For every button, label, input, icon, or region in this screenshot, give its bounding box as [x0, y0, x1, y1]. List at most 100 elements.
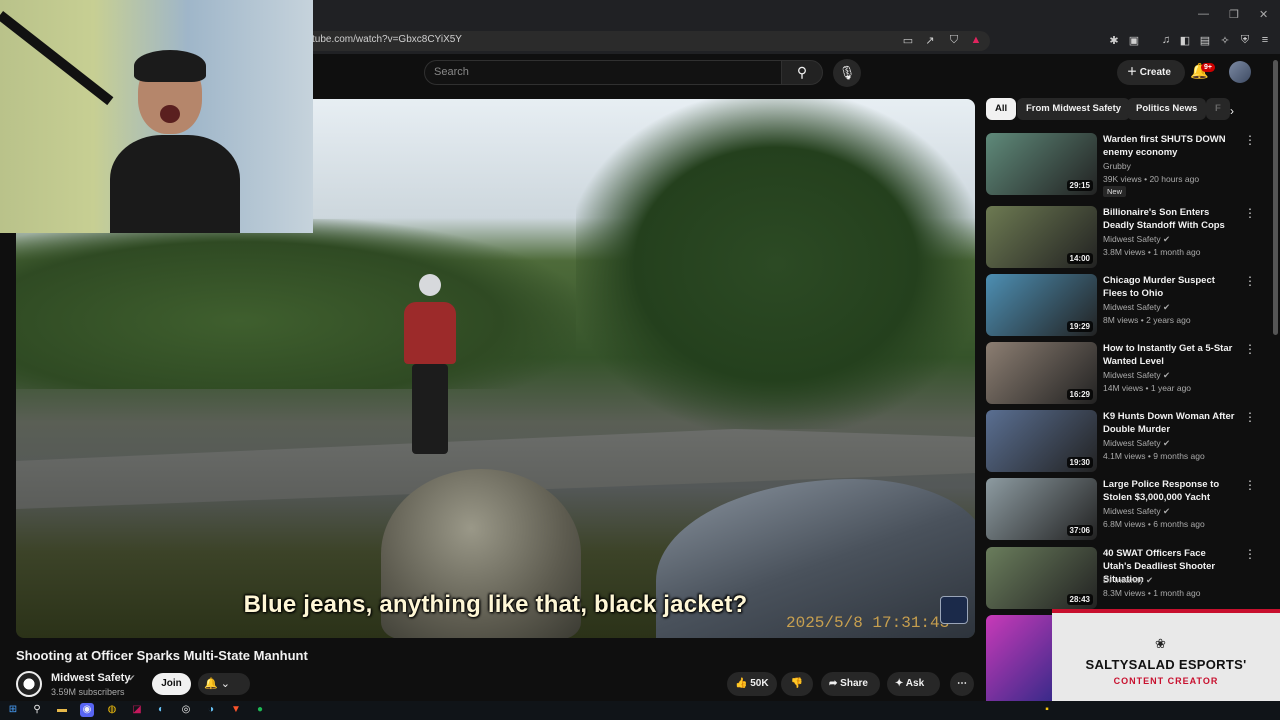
rewards-icon[interactable]: ▲ [969, 34, 983, 46]
chip-from-channel[interactable]: From Midwest Safety [1017, 98, 1131, 120]
rec-channel[interactable]: Dr Insanity ✔ [1103, 575, 1153, 586]
more-vertical-icon[interactable]: ⋮ [1244, 478, 1256, 492]
share-page-icon[interactable]: ↗ [923, 34, 937, 47]
windows-start-icon[interactable]: ⊞ [6, 703, 20, 717]
shield-icon[interactable]: ⛉ [947, 34, 961, 47]
more-vertical-icon[interactable]: ⋮ [1244, 410, 1256, 424]
rec-channel[interactable]: Midwest Safety ✔ [1103, 370, 1170, 381]
steam-alt-icon[interactable]: ◑ [204, 703, 218, 717]
chip-politics-news[interactable]: Politics News [1127, 98, 1207, 120]
extensions-icon[interactable]: ✱ [1107, 34, 1121, 47]
spotify-icon[interactable]: ● [253, 703, 267, 717]
rec-meta: 8.3M views • 1 month ago [1103, 588, 1201, 598]
more-vertical-icon[interactable]: ⋮ [1244, 547, 1256, 561]
chrome-icon[interactable]: ◍ [105, 703, 119, 717]
more-vertical-icon[interactable]: ⋮ [1244, 274, 1256, 288]
app-icon[interactable]: ◪ [130, 703, 144, 717]
discord-icon[interactable]: ◉ [80, 703, 94, 717]
rec-thumbnail[interactable]: 37:06 [986, 478, 1097, 540]
verified-icon: ✔ [1160, 302, 1171, 312]
recommendation-item[interactable]: 16:29 How to Instantly Get a 5-Star Wante… [986, 342, 1256, 406]
chip-overflow[interactable]: F [1206, 98, 1230, 120]
chevron-right-icon[interactable]: › [1230, 104, 1234, 118]
like-button[interactable]: 👍 50K [727, 672, 777, 696]
more-vertical-icon[interactable]: ⋮ [1244, 133, 1256, 147]
more-actions-button[interactable]: ⋯ [950, 672, 974, 696]
webcam-overlay [0, 0, 313, 233]
more-vertical-icon[interactable]: ⋮ [1244, 342, 1256, 356]
chevron-down-icon: ⌄ [220, 678, 230, 690]
rec-meta: 4.1M views • 9 months ago [1103, 451, 1205, 461]
ai-assistant-icon[interactable]: ✧ [1218, 34, 1232, 47]
recommendation-item[interactable]: 28:43 40 SWAT Officers Face Utah's Deadli… [986, 547, 1256, 611]
rec-meta: 6.8M views • 6 months ago [1103, 519, 1205, 529]
brave-icon[interactable]: ▼ [229, 703, 243, 717]
subscription-bell-button[interactable]: 🔔 ⌄ [198, 673, 250, 695]
menu-icon[interactable]: ≡ [1258, 34, 1272, 46]
rec-meta: 14M views • 1 year ago [1103, 383, 1192, 393]
rec-channel[interactable]: Midwest Safety ✔ [1103, 234, 1170, 245]
rec-channel[interactable]: Grubby [1103, 161, 1131, 171]
ask-button[interactable]: ✦ Ask [887, 672, 940, 696]
obs-icon[interactable]: ◎ [179, 703, 193, 717]
media-icon[interactable]: ♫ [1159, 34, 1173, 46]
sidebar-icon[interactable]: ◧ [1178, 34, 1192, 47]
search-input[interactable] [434, 62, 764, 82]
share-button[interactable]: ➦ Share [821, 672, 880, 696]
subscriber-count: 3.59M subscribers [51, 687, 125, 697]
rec-thumbnail-partial[interactable] [986, 615, 1052, 701]
rec-thumbnail[interactable]: 28:43 [986, 547, 1097, 609]
recommendation-item[interactable]: 37:06 Large Police Response to Stolen $3,… [986, 478, 1256, 542]
thumbs-down-icon: 👎 [790, 678, 804, 689]
rec-thumbnail[interactable]: 19:29 [986, 274, 1097, 336]
rec-channel-name: Midwest Safety [1103, 438, 1161, 448]
recommendation-item[interactable]: 19:30 K9 Hunts Down Woman After Double Mu… [986, 410, 1256, 474]
recommendation-item[interactable]: 29:15 Warden first SHUTS DOWN enemy econo… [986, 133, 1256, 197]
rec-channel[interactable]: Midwest Safety ✔ [1103, 506, 1170, 517]
minimize-button[interactable]: — [1198, 8, 1209, 20]
search-button[interactable]: ⚲ [781, 60, 823, 85]
rec-thumbnail[interactable]: 29:15 [986, 133, 1097, 195]
scrollbar[interactable] [1273, 60, 1278, 335]
rec-meta: 39K views • 20 hours ago [1103, 174, 1200, 184]
channel-name[interactable]: Midwest Safety [51, 672, 130, 684]
rec-title[interactable]: Chicago Murder Suspect Flees to Ohio [1103, 274, 1235, 300]
plus-icon: ＋ [1127, 67, 1140, 78]
install-app-icon[interactable]: ▭ [901, 34, 915, 47]
screenshot-icon[interactable]: ▣ [1127, 34, 1141, 47]
vpn-icon[interactable]: ⛨ [1238, 34, 1252, 47]
rec-thumbnail[interactable]: 14:00 [986, 206, 1097, 268]
rec-thumbnail[interactable]: 16:29 [986, 342, 1097, 404]
rec-new-badge: New [1103, 186, 1127, 197]
voice-search-button[interactable]: 🎙 [833, 59, 861, 87]
rec-thumbnail[interactable]: 19:30 [986, 410, 1097, 472]
rec-channel[interactable]: Midwest Safety ✔ [1103, 302, 1170, 313]
verified-icon: ✔ [128, 673, 136, 683]
user-avatar[interactable] [1229, 61, 1251, 83]
taskbar-search-icon[interactable]: ⚲ [30, 703, 44, 717]
dislike-button[interactable]: 👎 [781, 672, 813, 696]
channel-avatar[interactable] [16, 671, 42, 697]
esports-logo-icon: ❀ [1155, 636, 1166, 651]
recommendation-item[interactable]: 19:29 Chicago Murder Suspect Flees to Ohi… [986, 274, 1256, 338]
rec-title[interactable]: Large Police Response to Stolen $3,000,0… [1103, 478, 1235, 504]
more-vertical-icon[interactable]: ⋮ [1244, 206, 1256, 220]
tray-icon[interactable]: ▪ [1040, 703, 1054, 717]
recommendation-item[interactable]: 14:00 Billionaire's Son Enters Deadly Sta… [986, 206, 1256, 270]
rec-title[interactable]: Warden first SHUTS DOWN enemy economy [1103, 133, 1235, 159]
address-url[interactable]: tube.com/watch?v=Gbxc8CYiX5Y [312, 34, 462, 45]
wallet-icon[interactable]: ▤ [1198, 34, 1212, 47]
rec-title[interactable]: K9 Hunts Down Woman After Double Murder [1103, 410, 1235, 436]
join-button[interactable]: Join [152, 673, 191, 695]
rec-title[interactable]: Billionaire's Son Enters Deadly Standoff… [1103, 206, 1235, 232]
maximize-button[interactable]: ❐ [1229, 8, 1239, 21]
rec-duration: 28:43 [1066, 594, 1093, 605]
channel-watermark-icon[interactable] [940, 596, 968, 624]
rec-channel[interactable]: Midwest Safety ✔ [1103, 438, 1170, 449]
rec-title[interactable]: How to Instantly Get a 5-Star Wanted Lev… [1103, 342, 1235, 368]
file-explorer-icon[interactable]: ▬ [55, 703, 69, 717]
chip-all[interactable]: All [986, 98, 1017, 120]
create-button[interactable]: ＋ Create [1117, 60, 1185, 85]
close-window-button[interactable]: ✕ [1259, 8, 1268, 21]
steam-icon[interactable]: ◐ [154, 703, 168, 717]
